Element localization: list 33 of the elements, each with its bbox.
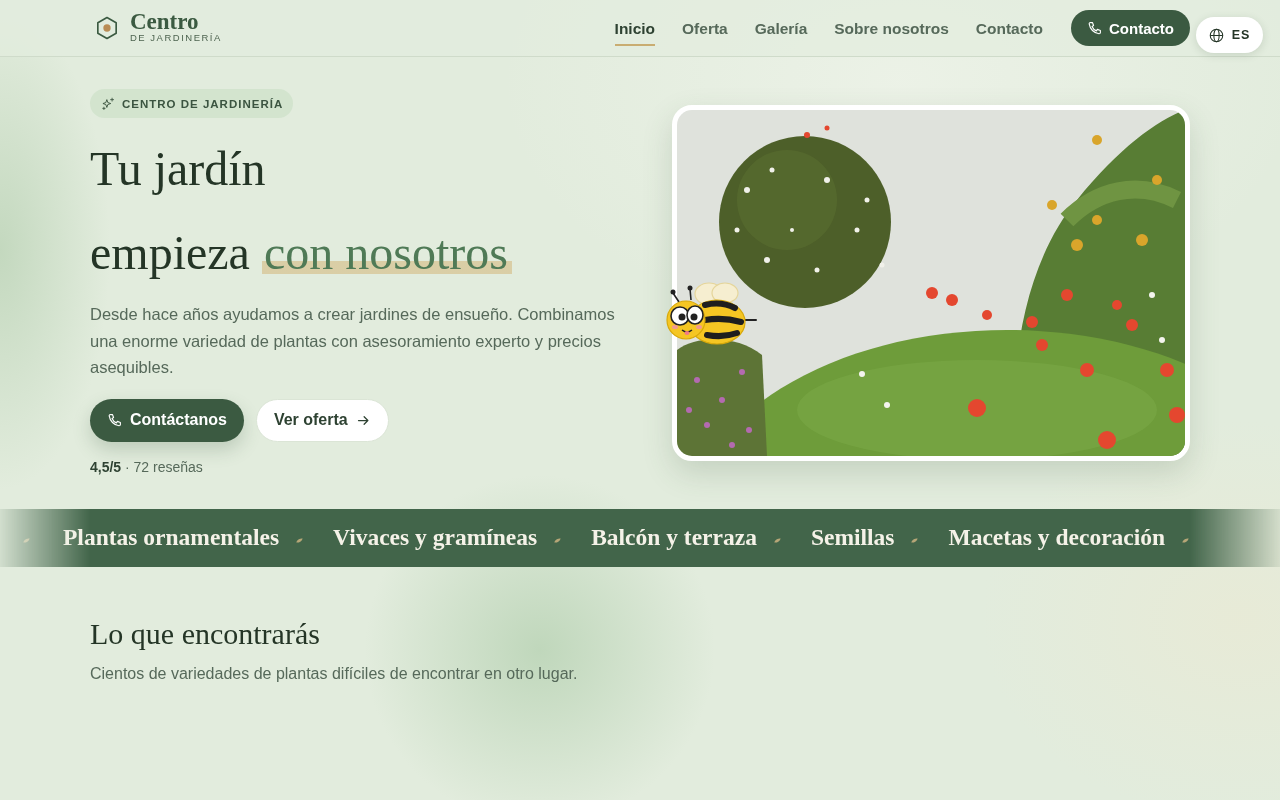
category-label: Vivaces y gramíneas (333, 524, 538, 551)
nav-link[interactable]: Oferta (682, 10, 728, 46)
logo-subtitle: DE JARDINERÍA (130, 32, 222, 44)
view-offer-button[interactable]: Ver oferta (255, 398, 389, 442)
leaf-icon (911, 538, 919, 543)
logo-title: Centro (130, 12, 199, 32)
section-subtitle: Cientos de variedades de plantas difíciles de encontrar en otro lugar. (90, 663, 579, 684)
leaf-icon (773, 538, 781, 543)
badge-label: CENTRO DE JARDINERÍA (122, 97, 284, 110)
leaf-icon (554, 538, 562, 543)
contact-us-button[interactable]: Contáctanos (90, 398, 244, 442)
contact-button[interactable]: Contacto (1071, 10, 1190, 46)
leaf-icon (1182, 538, 1190, 543)
category-label: Macetas y decoración (948, 524, 1166, 551)
leaf-icon (296, 538, 304, 543)
hexagon-logo-icon (96, 16, 118, 40)
nav-link[interactable]: Sobre nosotros (834, 10, 949, 46)
category-label: Plantas ornamentales (63, 524, 280, 551)
phone-icon (107, 412, 122, 428)
globe-icon (1208, 27, 1224, 43)
section-title: Lo que encontrarás (90, 615, 321, 652)
category-label: Balcón y terraza (591, 524, 757, 551)
nav-link[interactable]: Inicio (614, 10, 656, 46)
hero-description: Desde hace años ayudamos a crear jardines de ensueño. Combinamos una enorme variedad de plantas con asesoramiento experto y precios asequibles. (90, 304, 616, 378)
leaf-icon (23, 538, 30, 543)
nav-link[interactable]: Contacto (975, 10, 1043, 46)
nav-link[interactable]: Galería (754, 10, 808, 46)
phone-icon (1087, 20, 1102, 36)
language-button[interactable]: ES (1196, 17, 1263, 53)
hero-heading: Tu jardín empieza con nosotros (90, 127, 512, 295)
rating-text: 4,5/5 · 72 reseñas (90, 457, 203, 477)
sparkle-icon (101, 96, 115, 111)
category-label: Semillas (810, 524, 895, 551)
